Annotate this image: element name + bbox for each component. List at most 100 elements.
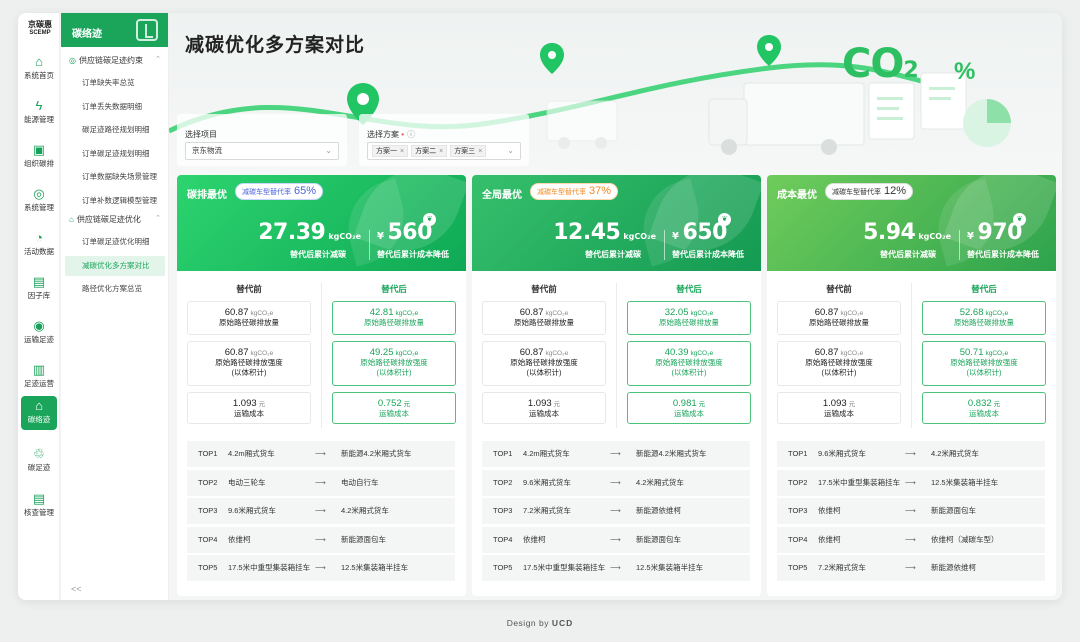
metric-description: 原始路径碳排放量 <box>954 318 1014 327</box>
arrow-right-icon: ⟶ <box>610 534 621 544</box>
route-from-vehicle: 依维柯 <box>523 534 546 544</box>
percent-graphic: % <box>954 58 976 85</box>
plan-filter-label: 选择方案 • ⓘ <box>367 129 415 140</box>
route-replacement-row: TOP2 9.6米厢式货车 ⟶ 4.2米厢式货车 <box>482 469 750 496</box>
metric-unit: 元 <box>553 401 561 408</box>
rail-item-10[interactable]: ▤ 核查管理 <box>21 489 57 523</box>
rail-item-1[interactable]: ϟ 能源管理 <box>21 96 57 130</box>
route-rank: TOP5 <box>788 563 808 572</box>
metric-description-sub: (以体积计) <box>231 368 267 377</box>
submenu-item[interactable]: 减碳优化多方案对比 <box>65 255 165 276</box>
close-icon[interactable]: × <box>439 148 443 155</box>
rail-item-3[interactable]: ◎ 系统管理 <box>21 184 57 218</box>
submenu-item[interactable]: 订单丢失数据明细 <box>65 97 165 117</box>
submenu-item[interactable]: 路径优化方案总览 <box>65 279 165 299</box>
submenu-item[interactable]: 订单碳足迹规划明细 <box>65 144 165 164</box>
submenu-item[interactable]: 碳足迹路径规划明细 <box>65 120 165 140</box>
location-pin-icon: ◎ <box>69 56 76 65</box>
arrow-right-icon: ⟶ <box>610 506 621 515</box>
metric-value: 50.71 kgCO₂e <box>923 347 1045 358</box>
collapse-sidebar-button[interactable]: << <box>71 584 82 594</box>
after-column-header: 替代后 <box>971 284 997 294</box>
before-metric-box: 60.87 kgCO₂e 原始路径碳排放量 <box>777 301 901 335</box>
rail-item-9[interactable]: ♲ 碳足迹 <box>21 444 57 478</box>
carbon-logo-icon <box>136 19 158 41</box>
factor-icon: ▤ <box>32 274 46 289</box>
rail-item-label: 碳络迹 <box>27 415 51 424</box>
column-divider <box>321 283 322 428</box>
after-metric-box: 50.71 kgCO₂e 原始路径碳排放强度 (以体积计) <box>922 341 1046 386</box>
menu-group-label: 供应链碳足迹优化 <box>76 215 141 224</box>
app-window: 京碳惠 SCEMP ⌂ 系统首页 ϟ 能源管理 ▣ 组织碳排 ◎ 系统管理 ◔ 活动数据 ▤ 因子库 ◉… <box>18 13 1062 600</box>
route-to-vehicle: 新能源面包车 <box>341 534 386 544</box>
after-column-header: 替代后 <box>676 284 702 294</box>
substitution-rate-badge: 减碳车型替代率 37% <box>530 183 619 200</box>
submenu-item[interactable]: 订单数据缺失场景管理 <box>65 167 165 187</box>
location-icon: ◉ <box>33 318 45 333</box>
metric-description: 运输成本 <box>379 409 409 418</box>
metric-description: 原始路径碳排放强度 <box>510 358 578 367</box>
metric-description-sub: (以体积计) <box>526 368 562 377</box>
currency-symbol: ¥ <box>672 231 679 242</box>
metric-unit: 元 <box>403 401 411 408</box>
plan-tag-label: 方案一 <box>376 148 397 155</box>
optimize-icon: ⌂ <box>69 215 74 224</box>
rail-item-8[interactable]: ⌂ 碳络迹 <box>21 396 57 430</box>
metric-value: 1.093 元 <box>483 398 605 409</box>
rail-item-0[interactable]: ⌂ 系统首页 <box>21 52 57 86</box>
plan-multiselect[interactable]: 方案一 × 方案二 × 方案三 × ⌄ <box>367 142 521 160</box>
submenu-item[interactable]: 订单缺失率总览 <box>65 73 165 93</box>
chevron-up-icon: ⌃ <box>155 215 161 222</box>
metric-value: 0.752 元 <box>333 398 455 409</box>
route-replacement-row: TOP5 17.5米中重型集装箱挂车 ⟶ 12.5米集装箱半挂车 <box>482 555 750 581</box>
route-replacement-row: TOP1 4.2m厢式货车 ⟶ 新能源4.2米厢式货车 <box>482 441 750 467</box>
reduction-number: 5.94 <box>863 220 916 245</box>
arrow-right-icon: ⟶ <box>315 534 326 544</box>
metric-description: 运输成本 <box>529 409 559 418</box>
rail-item-5[interactable]: ▤ 因子库 <box>21 272 57 306</box>
route-replacement-row: TOP2 电动三轮车 ⟶ 电动自行车 <box>187 469 455 496</box>
metric-value: 40.39 kgCO₂e <box>628 347 750 358</box>
menu-group-optimize[interactable]: ⌂ 供应链碳足迹优化 ⌃ <box>69 214 161 225</box>
info-icon[interactable]: ⓘ <box>407 130 415 139</box>
before-metric-box: 1.093 元运输成本 <box>187 392 311 424</box>
verify-icon: ▤ <box>32 491 46 506</box>
close-icon[interactable]: × <box>478 148 482 155</box>
rail-item-4[interactable]: ◔ 活动数据 <box>21 228 57 262</box>
energy-icon: ϟ <box>35 98 43 113</box>
project-select[interactable]: 京东物流 ⌄ <box>185 142 339 160</box>
metric-value: 60.87 kgCO₂e <box>778 307 900 318</box>
rail-item-6[interactable]: ◉ 运输足迹 <box>21 316 57 350</box>
metric-description: 原始路径碳排放强度 <box>215 358 283 367</box>
arrow-right-icon: ⟶ <box>610 563 621 572</box>
submenu-item[interactable]: 订单补数逻辑模型管理 <box>65 191 165 211</box>
submenu-item[interactable]: 订单碳足迹优化明细 <box>65 232 165 252</box>
rail-item-2[interactable]: ▣ 组织碳排 <box>21 140 57 174</box>
close-icon[interactable]: × <box>400 148 404 155</box>
rail-item-7[interactable]: ▥ 足迹运营 <box>21 360 57 394</box>
before-column-header: 替代前 <box>826 284 852 294</box>
target-icon: ◎ <box>33 186 45 201</box>
route-to-vehicle: 新能源依维柯 <box>931 563 976 572</box>
route-from-vehicle: 7.2米厢式货车 <box>523 506 571 515</box>
after-metric-box: 0.981 元运输成本 <box>627 392 751 424</box>
metric-number: 50.71 <box>959 347 984 358</box>
route-rank: TOP1 <box>788 449 808 458</box>
reduction-label: 替代后累计减碳 <box>585 250 641 259</box>
substitution-rate-badge: 减碳车型替代率 65% <box>235 183 324 200</box>
menu-group-constraint[interactable]: ◎ 供应链碳足迹约束 ⌃ <box>69 55 161 66</box>
plan-filter-label-text: 选择方案 <box>367 130 399 139</box>
column-divider <box>911 283 912 428</box>
arrow-right-icon: ⟶ <box>905 477 916 487</box>
route-rank: TOP3 <box>788 506 808 515</box>
brand-name: 京碳惠 <box>28 20 52 29</box>
project-filter-label: 选择项目 <box>185 130 217 139</box>
metric-number: 60.87 <box>224 307 249 318</box>
metric-number: 60.87 <box>224 347 249 358</box>
required-mark: • <box>401 130 405 139</box>
after-metric-box: 0.832 元运输成本 <box>922 392 1046 424</box>
arrow-right-icon: ⟶ <box>315 449 326 458</box>
rail-item-label: 足迹运营 <box>24 379 54 388</box>
after-metric-box: 0.752 元运输成本 <box>332 392 456 424</box>
route-from-vehicle: 7.2米厢式货车 <box>818 563 866 572</box>
